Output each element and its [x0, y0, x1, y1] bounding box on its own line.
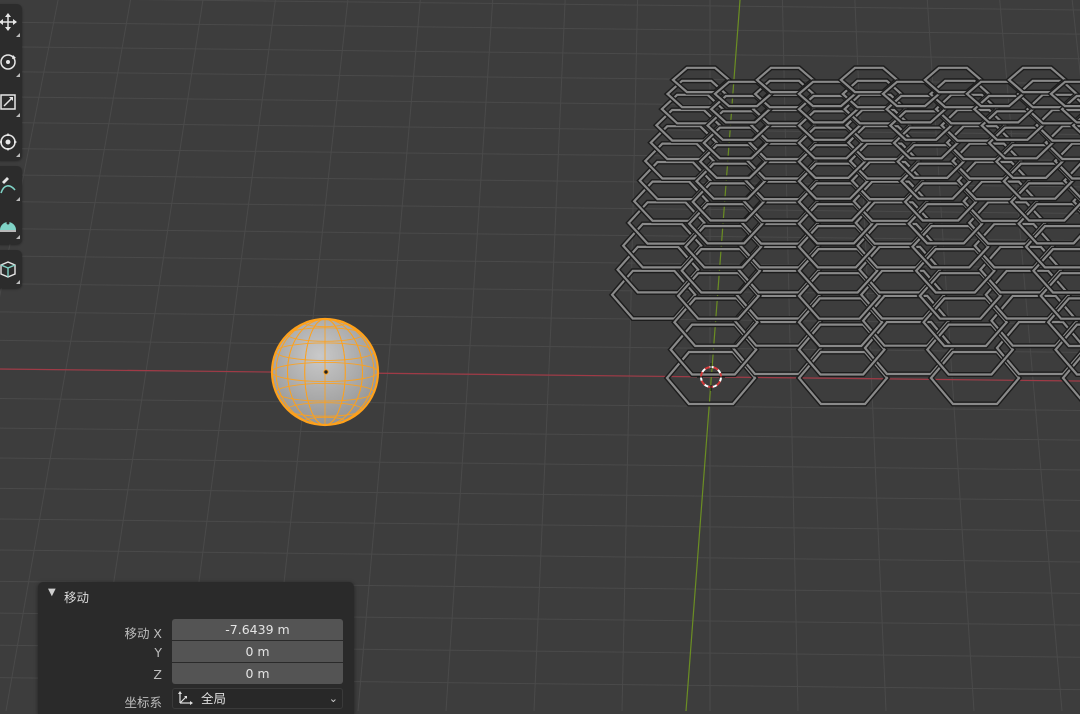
chevron-down-icon: ⌄ — [328, 692, 338, 705]
operator-panel-header[interactable]: ▼ 移动 — [38, 582, 354, 608]
move-icon — [0, 12, 18, 32]
move-z-label: Z — [153, 667, 162, 682]
rotate-icon — [0, 52, 18, 72]
tool-add-cube-button[interactable] — [0, 251, 22, 287]
transform-icon — [0, 132, 18, 152]
add-tool-group — [0, 250, 22, 288]
annotate-icon — [0, 176, 18, 196]
move-x-label: 移动 X — [124, 626, 162, 641]
transform-tool-group — [0, 4, 22, 160]
tool-transform-button[interactable] — [0, 124, 22, 160]
move-z-field[interactable]: 0 m — [172, 663, 343, 684]
tool-move-button[interactable] — [0, 4, 22, 40]
move-y-label: Y — [154, 645, 162, 660]
operator-panel: ▼ 移动 移动 X -7.6439 m Y 0 m Z 0 m 坐标系 全局 ⌄ — [38, 582, 354, 714]
move-x-row: 移动 X -7.6439 m — [38, 619, 354, 641]
triangle-down-icon[interactable]: ▼ — [48, 587, 56, 598]
add-cube-icon — [0, 259, 18, 279]
global-orientation-icon — [177, 691, 193, 711]
move-z-row: Z 0 m — [38, 663, 354, 685]
annotate-tool-group — [0, 166, 22, 244]
orientation-row: 坐标系 全局 ⌄ — [38, 688, 354, 710]
tool-annotate-button[interactable] — [0, 168, 22, 204]
tool-scale-button[interactable] — [0, 84, 22, 120]
move-y-field[interactable]: 0 m — [172, 641, 343, 662]
sphere-object[interactable] — [270, 317, 380, 427]
measure-icon — [0, 214, 18, 234]
orientation-label: 坐标系 — [124, 695, 162, 710]
scale-icon — [0, 92, 18, 112]
move-x-field[interactable]: -7.6439 m — [172, 619, 343, 640]
move-y-row: Y 0 m — [38, 641, 354, 663]
orientation-select[interactable]: 全局 ⌄ — [172, 688, 343, 709]
orientation-value: 全局 — [201, 691, 227, 706]
tool-rotate-button[interactable] — [0, 44, 22, 80]
tool-measure-button[interactable] — [0, 206, 22, 242]
operator-panel-title: 移动 — [64, 590, 90, 605]
